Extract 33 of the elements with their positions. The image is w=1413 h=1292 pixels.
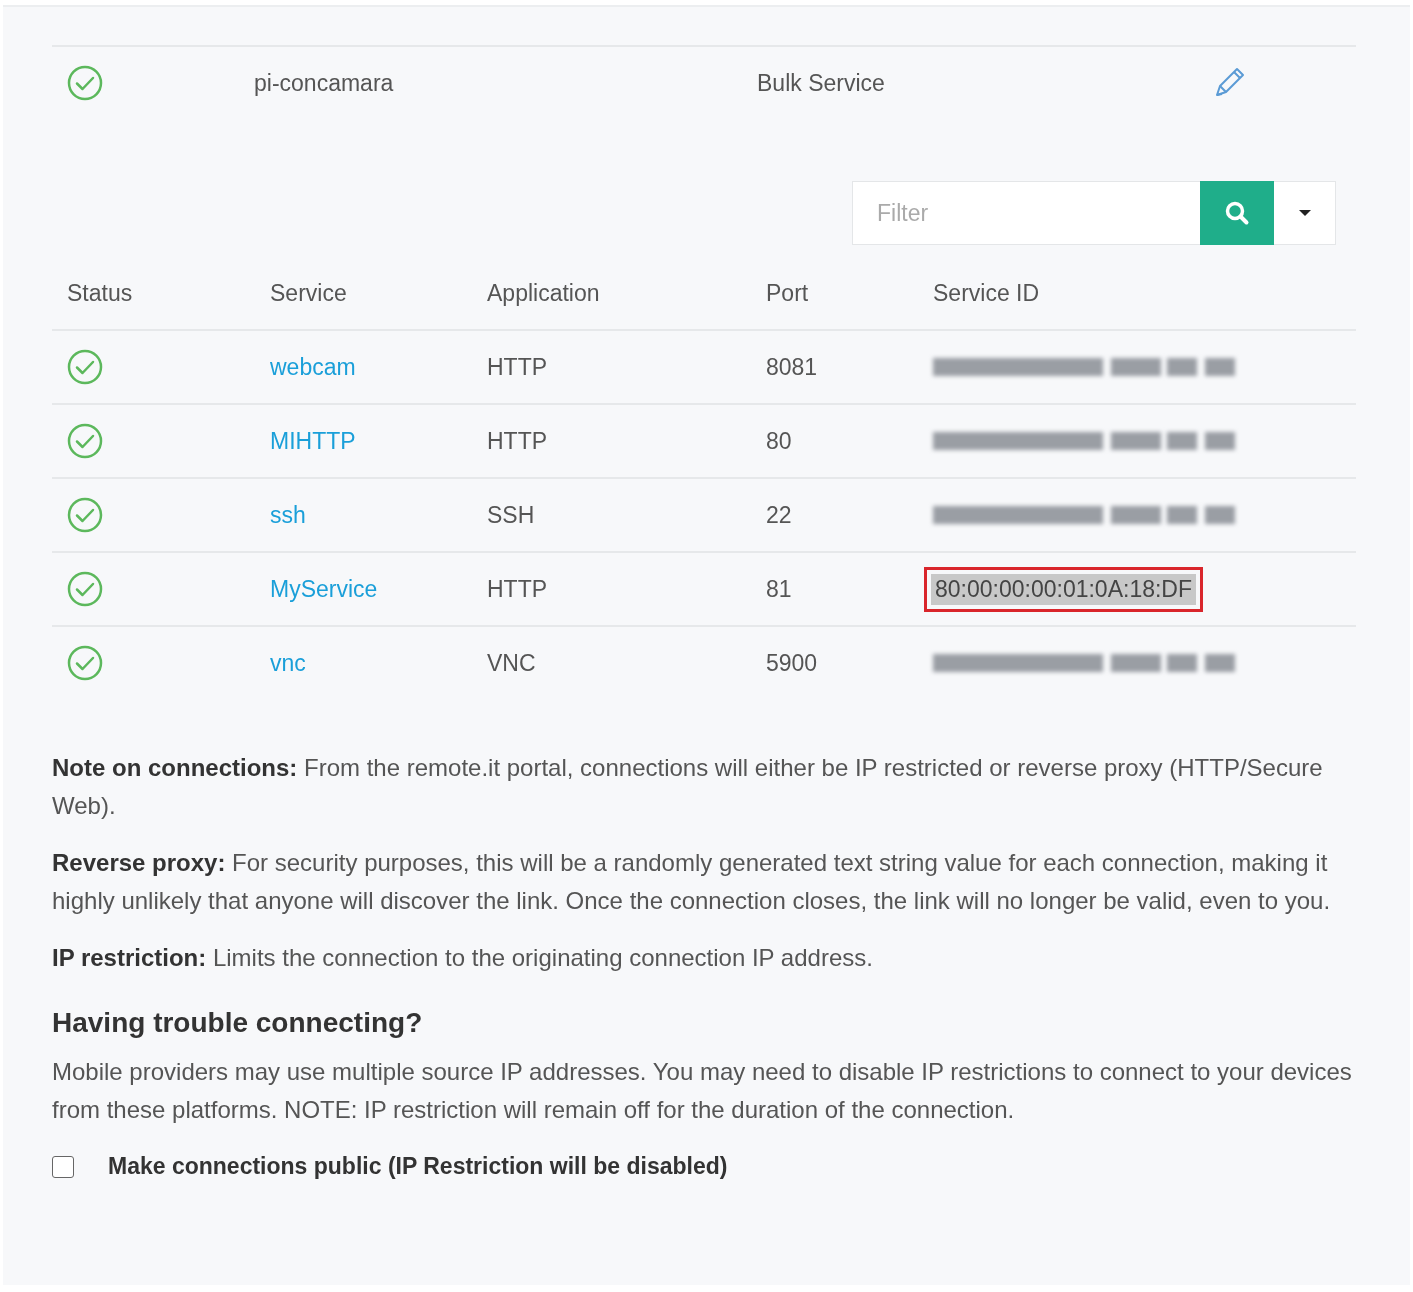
checkbox-label[interactable]: Make connections public (IP Restriction will be disabled) xyxy=(108,1153,728,1180)
note-paragraph: IP restriction: Limits the connection to the originating connection IP address. xyxy=(52,943,874,973)
table-cell-text: 8081 xyxy=(766,353,819,381)
column-header: Status xyxy=(66,279,134,307)
service-link[interactable]: webcam xyxy=(270,353,356,381)
column-header: Port xyxy=(766,279,810,307)
table-cell-text: SSH xyxy=(487,501,536,529)
table-cell-text: 22 xyxy=(766,501,793,529)
note-paragraph: Note on connections: From the remote.it portal, connections will either be IP restricted or reverse proxy (HTTP/Secure Web). xyxy=(52,753,1324,821)
table-cell-text: 81 xyxy=(766,575,793,603)
device-name: pi-concamara xyxy=(254,69,395,97)
search-icon[interactable] xyxy=(1223,199,1251,227)
table-cell-text: HTTP xyxy=(487,575,549,603)
service-link[interactable]: MyService xyxy=(270,575,378,603)
service-link[interactable]: vnc xyxy=(270,649,306,677)
note-paragraph: Reverse proxy: For security purposes, this will be a randomly generated text string value for each connection, making it highly unlikely that anyone will discover the link. Once the connection closes, the link will no longer be valid, even to you. xyxy=(52,848,1332,916)
device-type: Bulk Service xyxy=(757,69,886,97)
table-cell-text: 5900 xyxy=(766,649,819,677)
search-button[interactable] xyxy=(1200,181,1274,245)
table-cell-text: 80 xyxy=(766,427,793,455)
caret-icon[interactable] xyxy=(1297,209,1312,217)
column-header: Service xyxy=(270,279,348,307)
section-heading: Having trouble connecting? xyxy=(52,1007,424,1039)
filter-field[interactable]: Filter xyxy=(852,181,1200,245)
table-cell-text: HTTP xyxy=(487,427,549,455)
checkbox[interactable] xyxy=(52,1155,74,1178)
service-link[interactable]: MIHTTP xyxy=(270,427,356,455)
table-cell-text: HTTP xyxy=(487,353,549,381)
column-header: Application xyxy=(487,279,601,307)
service-link[interactable]: ssh xyxy=(270,501,306,529)
info-paragraph: Mobile providers may use multiple source IP addresses. You may need to disable IP restrictions to connect to your devices from these platforms. NOTE: IP restriction will remain off for the duration of the connection. xyxy=(52,1057,1352,1125)
table-cell-text: VNC xyxy=(487,649,537,677)
column-header: Service ID xyxy=(933,279,1040,307)
